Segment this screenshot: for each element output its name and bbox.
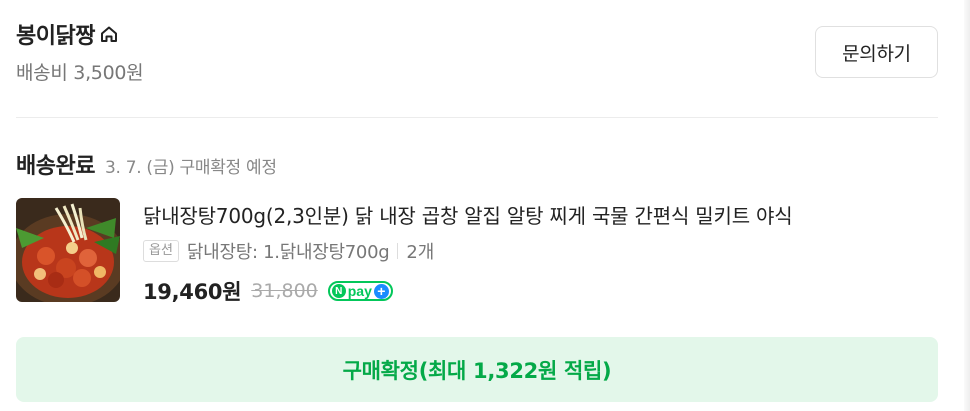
original-price: 31,800 [251, 280, 318, 302]
quantity: 2개 [406, 242, 435, 263]
npay-n-icon: N [331, 284, 346, 298]
status-title: 배송완료 [16, 154, 95, 179]
price-row: 19,460원 31,800 N pay + [143, 276, 393, 306]
option-tag: 옵션 [143, 240, 179, 262]
npay-badge: N pay + [327, 281, 393, 301]
order-card: 봉이닭짱 배송비 3,500원 문의하기 배송완료 3. 7. (금) 구매확정… [0, 0, 970, 411]
npay-label: pay [347, 283, 372, 299]
option-separator [397, 243, 399, 259]
product-name[interactable]: 닭내장탕700g(2,3인분) 닭 내장 곱창 알집 알탕 찌게 국물 간편식 … [143, 200, 938, 229]
status-detail: 3. 7. (금) 구매확정 예정 [104, 158, 277, 178]
home-icon[interactable] [98, 23, 120, 45]
divider [16, 117, 938, 118]
product-option: 옵션 닭내장탕: 1.닭내장탕700g 2개 [143, 238, 434, 264]
scrollbar-track [964, 0, 970, 411]
shipping-fee: 배송비 3,500원 [16, 62, 144, 84]
product-thumbnail[interactable] [16, 198, 120, 302]
plus-icon: + [373, 283, 389, 299]
option-text: 닭내장탕: 1.닭내장탕700g [186, 242, 390, 263]
store-name[interactable]: 봉이닭짱 [16, 18, 95, 50]
delivery-status: 배송완료 3. 7. (금) 구매확정 예정 [16, 148, 277, 180]
store-header[interactable]: 봉이닭짱 [16, 18, 120, 50]
price: 19,460원 [143, 280, 242, 304]
inquiry-button[interactable]: 문의하기 [815, 26, 938, 78]
purchase-confirm-button[interactable]: 구매확정(최대 1,322원 적립) [16, 337, 938, 402]
